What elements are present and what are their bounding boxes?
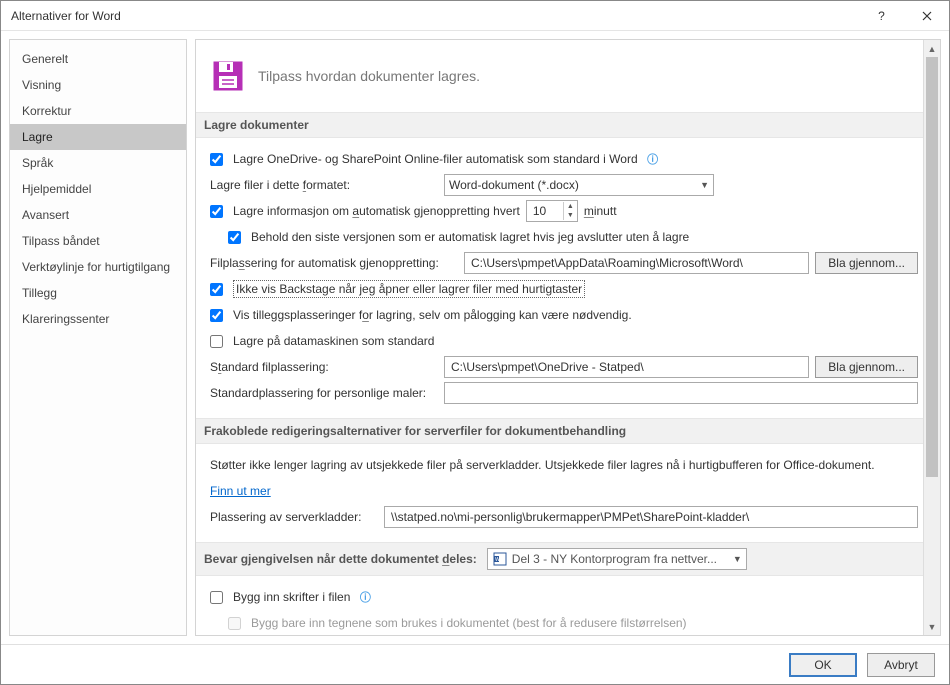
spin-buttons[interactable]: ▲▼: [563, 202, 577, 220]
spin-value: 10: [533, 204, 546, 218]
row-personal-templates: Standardplassering for personlige maler:: [210, 382, 918, 404]
combo-preserve-value: Del 3 - NY Kontorprogram fra nettver...: [512, 552, 717, 566]
spin-autorecover-minutes[interactable]: 10 ▲▼: [526, 200, 578, 222]
browse-autorecover-button[interactable]: Bla gjennom...: [815, 252, 918, 274]
row-show-additional: Vis tilleggsplasseringer for lagring, se…: [210, 304, 918, 326]
label-embed-fonts: Bygg inn skrifter i filen: [233, 590, 350, 604]
label-personal-templates: Standardplassering for personlige maler:: [210, 386, 438, 400]
scroll-thumb[interactable]: [926, 57, 938, 477]
help-button[interactable]: ?: [859, 1, 904, 31]
section-preserve-title: Bevar gjengivelsen når dette dokumentet …: [204, 552, 477, 566]
checkbox-autorecover[interactable]: [210, 205, 223, 218]
nav-verktoylinje[interactable]: Verktøylinje for hurtigtilgang: [10, 254, 186, 280]
label-minutes: minutt: [584, 204, 617, 218]
save-icon: [210, 58, 246, 94]
nav-visning[interactable]: Visning: [10, 72, 186, 98]
row-embed-chars-only: Bygg bare inn tegnene som brukes i dokum…: [210, 612, 918, 634]
row-autosave-cloud: Lagre OneDrive- og SharePoint Online-fil…: [210, 148, 918, 170]
checkbox-save-to-computer[interactable]: [210, 335, 223, 348]
section-preserve: Bevar gjengivelsen når dette dokumentet …: [196, 542, 932, 576]
checkbox-embed-chars-only: [228, 617, 241, 630]
page-header: Tilpass hvordan dokumenter lagres.: [210, 58, 918, 94]
row-autorecover: Lagre informasjon om automatisk gjenoppr…: [210, 200, 918, 222]
row-autorecover-location: Filplassering for automatisk gjenopprett…: [210, 252, 918, 274]
nav-klareringssenter[interactable]: Klareringssenter: [10, 306, 186, 332]
textbox-autorecover-location[interactable]: C:\Users\pmpet\AppData\Roaming\Microsoft…: [464, 252, 809, 274]
combo-save-format[interactable]: Word-dokument (*.docx) ▼: [444, 174, 714, 196]
row-learn-more: Finn ut mer: [210, 480, 918, 502]
word-document-icon: W: [492, 551, 508, 567]
label-autosave-cloud: Lagre OneDrive- og SharePoint Online-fil…: [233, 152, 638, 166]
scroll-up-arrow-icon[interactable]: ▲: [924, 40, 940, 57]
row-keep-last-autosaved: Behold den siste versjonen som er automa…: [210, 226, 918, 248]
label-save-to-computer: Lagre på datamaskinen som standard: [233, 334, 434, 348]
close-icon: [922, 11, 932, 21]
label-default-location: Standard filplassering:: [210, 360, 438, 374]
ok-button[interactable]: OK: [789, 653, 857, 677]
titlebar: Alternativer for Word ?: [1, 1, 949, 31]
dialog-body: Generelt Visning Korrektur Lagre Språk H…: [1, 31, 949, 644]
checkbox-autosave-cloud[interactable]: [210, 153, 223, 166]
row-embed-fonts: Bygg inn skrifter i filen ⓘ: [210, 586, 918, 608]
nav-tilpass-bandet[interactable]: Tilpass båndet: [10, 228, 186, 254]
label-dont-show-backstage: Ikke vis Backstage når jeg åpner eller l…: [233, 280, 585, 298]
section-offline: Frakoblede redigeringsalternativer for s…: [196, 418, 932, 444]
vertical-scrollbar[interactable]: ▲ ▼: [923, 40, 940, 635]
cancel-button[interactable]: Avbryt: [867, 653, 935, 677]
label-embed-chars-only: Bygg bare inn tegnene som brukes i dokum…: [251, 616, 687, 630]
row-save-to-computer: Lagre på datamaskinen som standard: [210, 330, 918, 352]
info-icon[interactable]: ⓘ: [646, 152, 660, 166]
checkbox-show-additional[interactable]: [210, 309, 223, 322]
window-controls: ?: [859, 1, 949, 31]
row-save-format: Lagre filer i dette formatet: Word-dokum…: [210, 174, 918, 196]
textbox-server-drafts[interactable]: \\statped.no\mi-personlig\brukermapper\P…: [384, 506, 918, 528]
page-title: Tilpass hvordan dokumenter lagres.: [258, 68, 480, 84]
window-title: Alternativer for Word: [11, 9, 859, 23]
row-offline-note: Støtter ikke lenger lagring av utsjekked…: [210, 454, 918, 476]
label-show-additional: Vis tilleggsplasseringer for lagring, se…: [233, 308, 632, 322]
nav-hjelpemiddel[interactable]: Hjelpemiddel: [10, 176, 186, 202]
nav-tillegg[interactable]: Tillegg: [10, 280, 186, 306]
label-autorecover-location: Filplassering for automatisk gjenopprett…: [210, 256, 458, 270]
svg-text:W: W: [495, 557, 500, 563]
nav-generelt[interactable]: Generelt: [10, 46, 186, 72]
dialog-footer: OK Avbryt: [1, 644, 949, 684]
nav-korrektur[interactable]: Korrektur: [10, 98, 186, 124]
label-autorecover: Lagre informasjon om automatisk gjenoppr…: [233, 204, 520, 218]
row-server-drafts: Plassering av serverkladder: \\statped.n…: [210, 506, 918, 528]
content-scroll-area[interactable]: Tilpass hvordan dokumenter lagres. Lagre…: [196, 40, 940, 635]
options-dialog: Alternativer for Word ? Generelt Visning…: [0, 0, 950, 685]
checkbox-dont-show-backstage[interactable]: [210, 283, 223, 296]
nav-avansert[interactable]: Avansert: [10, 202, 186, 228]
close-button[interactable]: [904, 1, 949, 31]
label-server-drafts: Plassering av serverkladder:: [210, 510, 378, 524]
chevron-down-icon: ▼: [700, 180, 709, 190]
row-dont-show-backstage: Ikke vis Backstage når jeg åpner eller l…: [210, 278, 918, 300]
checkbox-embed-fonts[interactable]: [210, 591, 223, 604]
info-icon[interactable]: ⓘ: [358, 590, 372, 604]
textbox-personal-templates[interactable]: [444, 382, 918, 404]
offline-note: Støtter ikke lenger lagring av utsjekked…: [210, 458, 875, 472]
checkbox-keep-last-autosaved[interactable]: [228, 231, 241, 244]
nav-sprak[interactable]: Språk: [10, 150, 186, 176]
label-keep-last-autosaved: Behold den siste versjonen som er automa…: [251, 230, 689, 244]
label-save-format: Lagre filer i dette formatet:: [210, 178, 438, 192]
combo-preserve-document[interactable]: W Del 3 - NY Kontorprogram fra nettver..…: [487, 548, 747, 570]
category-sidebar: Generelt Visning Korrektur Lagre Språk H…: [9, 39, 187, 636]
section-save-documents: Lagre dokumenter: [196, 112, 932, 138]
scroll-track[interactable]: [924, 57, 940, 618]
link-learn-more[interactable]: Finn ut mer: [210, 484, 271, 498]
scroll-down-arrow-icon[interactable]: ▼: [924, 618, 940, 635]
row-default-location: Standard filplassering: C:\Users\pmpet\O…: [210, 356, 918, 378]
browse-default-button[interactable]: Bla gjennom...: [815, 356, 918, 378]
combo-save-format-value: Word-dokument (*.docx): [449, 178, 579, 192]
content-panel: Tilpass hvordan dokumenter lagres. Lagre…: [195, 39, 941, 636]
textbox-default-location[interactable]: C:\Users\pmpet\OneDrive - Statped\: [444, 356, 809, 378]
chevron-down-icon: ▼: [733, 554, 742, 564]
nav-lagre[interactable]: Lagre: [10, 124, 186, 150]
